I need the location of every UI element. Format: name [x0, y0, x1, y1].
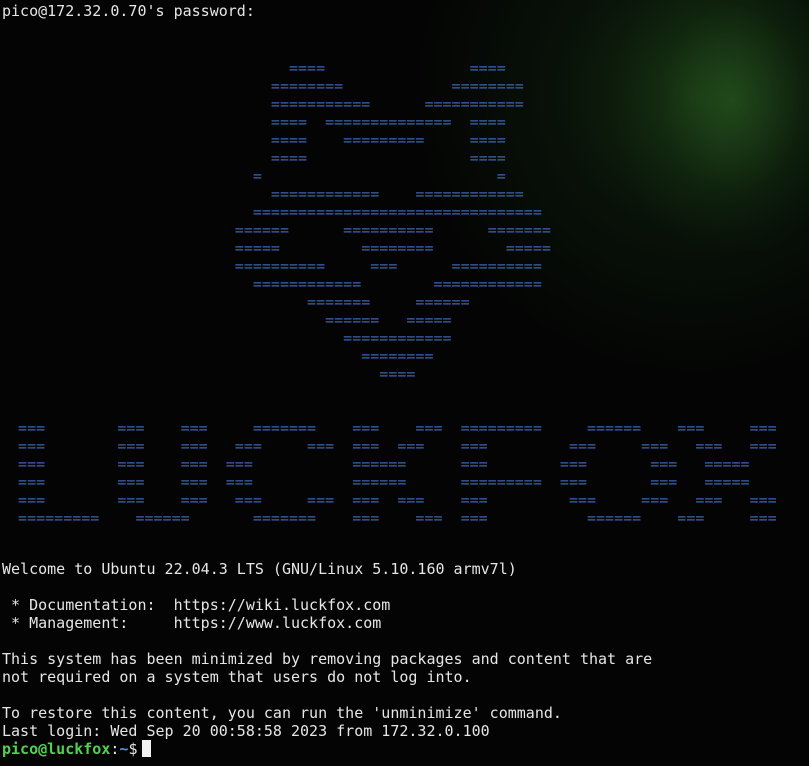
- minimized-notice-line-2: not required on a system that users do n…: [2, 668, 472, 686]
- welcome-line: Welcome to Ubuntu 22.04.3 LTS (GNU/Linux…: [2, 560, 517, 578]
- ascii-heart-logo: ==== ==== ======== ======== =========== …: [234, 59, 551, 383]
- minimized-notice-line-1: This system has been minimized by removi…: [2, 650, 653, 668]
- ascii-luckfox-banner: === === === ======= === === ========= ==…: [18, 419, 777, 527]
- password-prompt-line: pico@172.32.0.70's password:: [2, 2, 255, 20]
- terminal-window[interactable]: pico@172.32.0.70's password: ==== ==== =…: [0, 0, 809, 766]
- prompt-symbol: $: [128, 740, 138, 758]
- text-cursor[interactable]: [142, 740, 152, 757]
- background-glow-highlight: [619, 0, 809, 250]
- restore-notice-line: To restore this content, you can run the…: [2, 704, 562, 722]
- prompt-user-host: pico@luckfox: [2, 740, 111, 758]
- documentation-line: * Documentation: https://wiki.luckfox.co…: [2, 596, 391, 614]
- shell-prompt[interactable]: pico@luckfox:~$: [2, 740, 152, 758]
- management-line: * Management: https://www.luckfox.com: [2, 614, 382, 632]
- last-login-line: Last login: Wed Sep 20 00:58:58 2023 fro…: [2, 722, 490, 740]
